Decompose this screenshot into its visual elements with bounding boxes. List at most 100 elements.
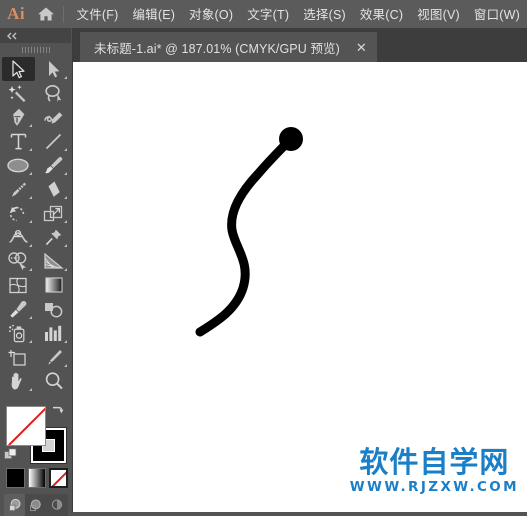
draw-normal-icon [8, 498, 20, 511]
document-tab-title: 未标题-1.ai* @ 187.01% (CMYK/GPU 预览) [94, 41, 340, 56]
shape-builder-tool[interactable] [2, 249, 35, 273]
flyout-indicator [28, 148, 32, 151]
curve-stroke[interactable] [195, 137, 293, 337]
flyout-indicator [64, 340, 67, 343]
scale-tool[interactable] [38, 201, 71, 225]
tool-row [0, 369, 71, 393]
pen-nib-icon [12, 108, 25, 126]
line-segment-tool[interactable] [38, 129, 71, 153]
none-slash-icon [51, 470, 67, 486]
symbol-sprayer-tool[interactable] [2, 321, 35, 345]
flyout-indicator [64, 244, 67, 247]
menu-divider [62, 5, 64, 23]
draw-behind-icon [29, 499, 41, 512]
draw-inside-button[interactable] [46, 494, 67, 516]
paintbrush-icon [44, 156, 63, 173]
flyout-indicator [28, 220, 32, 223]
rotate-icon [10, 206, 25, 221]
mesh-icon [9, 277, 27, 293]
menu-edit[interactable]: 编辑(E) [125, 2, 182, 26]
document-canvas[interactable]: 软件自学网 WWW.RJZXW.COM [72, 62, 527, 512]
none-button[interactable] [49, 468, 68, 488]
gradient-button[interactable] [27, 468, 47, 488]
menu-window[interactable]: 窗口(W) [467, 2, 527, 26]
flyout-indicator [28, 388, 32, 391]
flyout-indicator [28, 172, 32, 175]
tool-row [0, 81, 71, 105]
double-chevron-left-icon [7, 32, 17, 39]
close-icon[interactable]: ✕ [356, 41, 367, 54]
line-icon [46, 133, 62, 149]
width-tool[interactable] [2, 225, 35, 249]
zoom-tool[interactable] [38, 369, 71, 393]
magic-wand-tool[interactable] [2, 81, 35, 105]
menu-effect[interactable]: 效果(C) [353, 2, 410, 26]
selection-tool[interactable] [2, 57, 35, 81]
flyout-indicator [28, 244, 32, 247]
perspective-grid-icon [44, 252, 64, 269]
mesh-tool[interactable] [2, 273, 35, 297]
ellipse-tool[interactable] [2, 153, 35, 177]
flyout-indicator [64, 268, 67, 271]
draw-behind-button[interactable] [25, 494, 46, 516]
blob-brush-tool[interactable] [2, 177, 35, 201]
color-button[interactable] [6, 468, 25, 488]
scale-icon [44, 205, 63, 221]
direct-selection-tool[interactable] [38, 57, 71, 81]
magic-wand-icon [8, 84, 26, 102]
slice-tool[interactable] [38, 345, 71, 369]
flyout-indicator [64, 172, 67, 175]
curvature-tool[interactable] [38, 105, 71, 129]
column-graph-tool[interactable] [38, 321, 71, 345]
perspective-grid-tool[interactable] [38, 249, 71, 273]
tool-row [0, 273, 71, 297]
tool-row [0, 57, 71, 81]
flyout-indicator [28, 124, 32, 127]
eyedropper-tool[interactable] [2, 297, 35, 321]
s-curve-stroke-path[interactable] [72, 62, 527, 512]
artboard-tool[interactable] [2, 345, 35, 369]
fill-stroke-control [4, 404, 68, 464]
selection-arrow-icon [12, 59, 25, 78]
menu-file[interactable]: 文件(F) [70, 2, 126, 26]
menu-view[interactable]: 视图(V) [410, 2, 467, 26]
swap-fill-stroke-icon[interactable] [50, 404, 64, 418]
ellipse-icon [7, 158, 29, 172]
tools-panel [0, 28, 73, 516]
blob-brush-icon [12, 182, 27, 197]
curvature-pen-icon [44, 111, 63, 124]
menu-type[interactable]: 文字(T) [240, 2, 296, 26]
slice-knife-icon [48, 349, 62, 365]
draw-inside-icon [51, 499, 62, 510]
gradient-tool[interactable] [38, 273, 71, 297]
curve-endpoint-dot[interactable] [279, 127, 303, 151]
fill-swatch[interactable] [6, 406, 46, 446]
free-transform-tool[interactable] [38, 225, 71, 249]
direct-selection-arrow-icon [48, 60, 60, 77]
collapse-panel-button[interactable] [0, 28, 71, 43]
blend-tool[interactable] [38, 297, 71, 321]
draw-normal-button[interactable] [4, 494, 25, 516]
home-icon[interactable] [32, 6, 60, 22]
hand-tool[interactable] [2, 369, 35, 393]
drag-grip-icon[interactable] [0, 43, 71, 57]
artboard-icon [8, 349, 26, 366]
tool-row [0, 201, 71, 225]
default-fill-stroke-icon[interactable] [4, 448, 18, 462]
tool-row [0, 129, 71, 153]
lasso-icon [45, 84, 62, 102]
document-tab[interactable]: 未标题-1.ai* @ 187.01% (CMYK/GPU 预览) ✕ [80, 32, 377, 62]
type-tool[interactable] [2, 129, 35, 153]
tool-row [0, 177, 71, 201]
menu-object[interactable]: 对象(O) [182, 2, 240, 26]
paintbrush-tool[interactable] [38, 153, 71, 177]
flyout-indicator [64, 196, 67, 199]
draw-mode-buttons [4, 494, 68, 516]
pen-tool[interactable] [2, 105, 35, 129]
rotate-tool[interactable] [2, 201, 35, 225]
lasso-tool[interactable] [38, 81, 71, 105]
column-graph-icon [45, 325, 62, 341]
eraser-tool[interactable] [38, 177, 71, 201]
flyout-indicator [28, 340, 32, 343]
menu-select[interactable]: 选择(S) [296, 2, 353, 26]
